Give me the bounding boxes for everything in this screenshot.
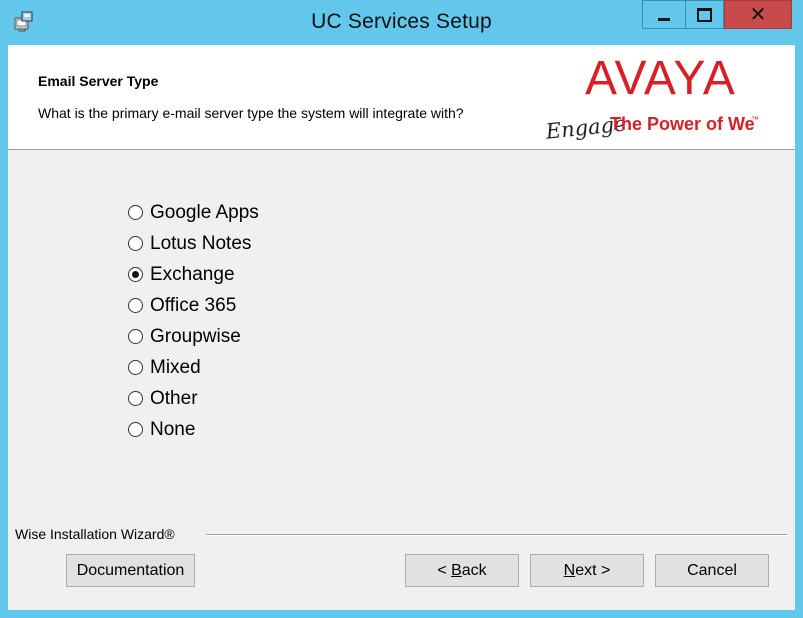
option-lotus-notes[interactable]: Lotus Notes: [128, 228, 259, 259]
option-label: None: [150, 418, 196, 440]
next-button[interactable]: Next >: [530, 554, 644, 587]
back-button-accelerator: B: [451, 561, 462, 579]
title-bar[interactable]: UC Services Setup ✕: [0, 0, 803, 44]
next-button-accelerator: N: [563, 561, 576, 579]
option-exchange[interactable]: Exchange: [128, 259, 259, 290]
radio-button[interactable]: [128, 236, 143, 251]
page-description: What is the primary e-mail server type t…: [38, 105, 464, 121]
radio-button-selected[interactable]: [128, 267, 143, 282]
wise-installation-wizard-label: Wise Installation Wizard®: [15, 526, 175, 542]
radio-button[interactable]: [128, 391, 143, 406]
option-office-365[interactable]: Office 365: [128, 290, 259, 321]
next-button-label: ext >: [575, 561, 611, 579]
email-server-type-options: Google Apps Lotus Notes Exchange Office …: [128, 197, 259, 445]
option-groupwise[interactable]: Groupwise: [128, 321, 259, 352]
documentation-button[interactable]: Documentation: [66, 554, 195, 587]
option-other[interactable]: Other: [128, 383, 259, 414]
minimize-icon: [658, 17, 670, 21]
avaya-logo-brand: AVAYA: [585, 52, 736, 105]
maximize-button[interactable]: [685, 0, 724, 29]
back-button[interactable]: < Back: [405, 554, 519, 587]
back-button-label: ack: [461, 561, 487, 579]
option-label: Lotus Notes: [150, 232, 252, 254]
back-button-prefix: <: [437, 561, 452, 579]
radio-button[interactable]: [128, 329, 143, 344]
maximize-icon: [697, 7, 712, 22]
option-google-apps[interactable]: Google Apps: [128, 197, 259, 228]
option-label: Mixed: [150, 356, 201, 378]
avaya-logo-tm: ™: [751, 115, 759, 124]
minimize-button[interactable]: [642, 0, 685, 29]
avaya-logo: AVAYA Engage The Power of We ™: [544, 52, 759, 144]
close-icon: ✕: [749, 3, 767, 26]
radio-button[interactable]: [128, 205, 143, 220]
option-label: Office 365: [150, 294, 237, 316]
setup-window: UC Services Setup ✕ Email Server Type Wh…: [0, 0, 803, 618]
footer-divider: [206, 534, 787, 536]
avaya-logo-tagline: The Power of We: [610, 114, 755, 134]
radio-button[interactable]: [128, 422, 143, 437]
close-button[interactable]: ✕: [724, 0, 792, 29]
option-label: Exchange: [150, 263, 235, 285]
cancel-button[interactable]: Cancel: [655, 554, 769, 587]
option-label: Other: [150, 387, 198, 409]
radio-button[interactable]: [128, 298, 143, 313]
option-mixed[interactable]: Mixed: [128, 352, 259, 383]
wizard-header: Email Server Type What is the primary e-…: [8, 45, 795, 150]
page-title: Email Server Type: [38, 73, 159, 89]
option-label: Google Apps: [150, 201, 259, 223]
wizard-client-area: Email Server Type What is the primary e-…: [8, 45, 795, 610]
radio-button[interactable]: [128, 360, 143, 375]
option-label: Groupwise: [150, 325, 241, 347]
option-none[interactable]: None: [128, 414, 259, 445]
